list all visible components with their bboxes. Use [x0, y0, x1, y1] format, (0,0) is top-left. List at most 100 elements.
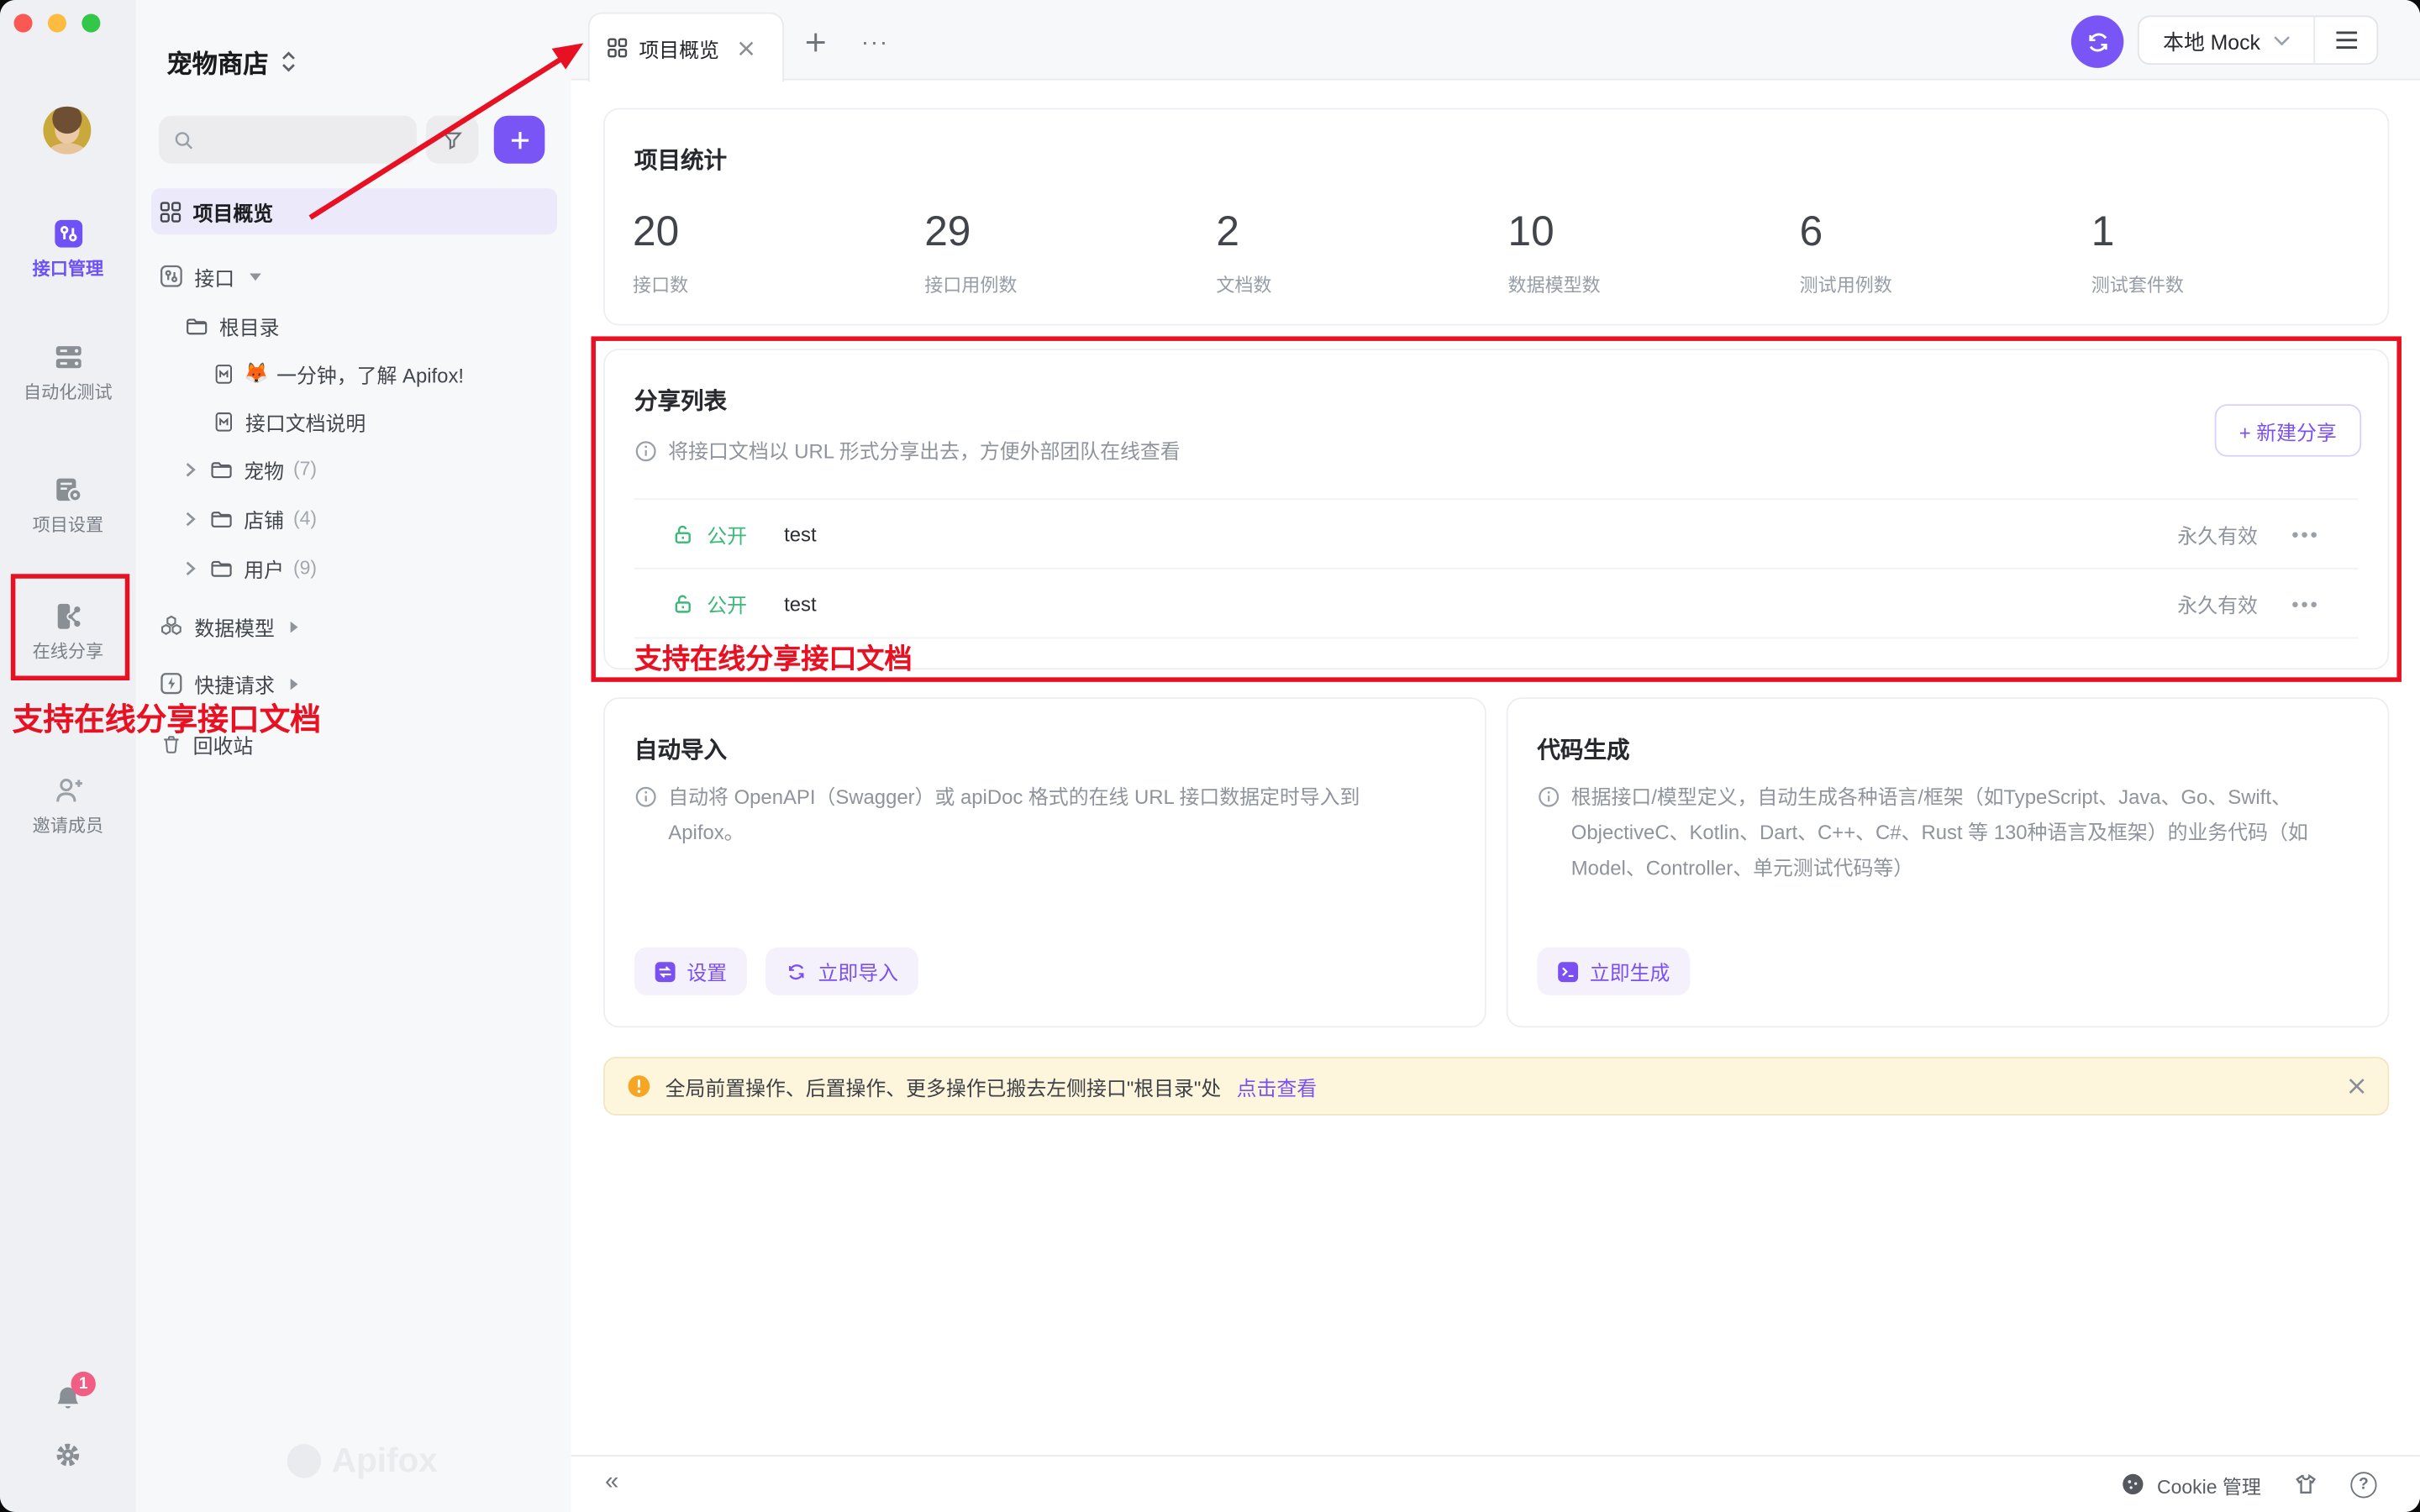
- stat-test-suite-count: 1 测试套件数: [2091, 208, 2383, 298]
- maximize-window-button[interactable]: [82, 14, 100, 33]
- hamburger-icon: [2334, 31, 2358, 50]
- project-stats-card: 项目统计 20 接口数 29 接口用例数 2 文档数 10: [603, 108, 2389, 326]
- tab-bar: 项目概览 ··· 本地 Mock: [571, 0, 2420, 81]
- project-title: 宠物商店: [166, 43, 268, 80]
- import-settings-button[interactable]: 设置: [634, 948, 747, 995]
- settings-sync-icon: [655, 960, 676, 982]
- sync-button[interactable]: [2071, 15, 2123, 67]
- share-row-more-button[interactable]: •••: [2291, 522, 2319, 546]
- filter-button[interactable]: [426, 116, 478, 164]
- share-row-more-button[interactable]: •••: [2291, 591, 2319, 615]
- sidebar-item-data-model[interactable]: 数据模型: [151, 603, 557, 649]
- stat-doc-count: 2 文档数: [1216, 208, 1507, 298]
- gear-icon: [52, 1440, 83, 1471]
- cookie-manager-button[interactable]: Cookie 管理: [2120, 1469, 2261, 1499]
- notice-banner: 全局前置操作、后置操作、更多操作已搬去左侧接口"根目录"处 点击查看: [603, 1057, 2389, 1116]
- codegen-description: 根据接口/模型定义，自动生成各种语言/框架（如TypeScript、Java、G…: [1571, 780, 2352, 886]
- close-window-button[interactable]: [14, 14, 33, 33]
- notice-link[interactable]: 点击查看: [1237, 1072, 1318, 1101]
- codegen-title: 代码生成: [1537, 732, 1629, 765]
- filter-funnel-icon: [441, 129, 463, 150]
- share-list-title: 分享列表: [634, 384, 727, 417]
- sidebar-item-quick-request[interactable]: 快捷请求: [151, 660, 557, 706]
- folder-icon: [210, 458, 234, 481]
- sidebar-doc-intro[interactable]: 🦊 一分钟，了解 Apifox!: [151, 350, 557, 396]
- info-icon: [634, 439, 658, 463]
- stat-api-case-count: 29 接口用例数: [924, 208, 1216, 298]
- footer-bar: « Cookie 管理 ?: [571, 1455, 2420, 1512]
- share-name: test: [784, 591, 817, 615]
- share-visibility: 公开: [707, 589, 747, 618]
- mock-selector-group: 本地 Mock: [2138, 15, 2379, 65]
- chevron-down-icon: [2273, 34, 2290, 45]
- data-model-icon: [159, 614, 183, 638]
- main-area: 项目概览 ··· 本地 Mock: [571, 0, 2420, 1512]
- fox-emoji: 🦊: [244, 361, 269, 386]
- plus-icon: [803, 30, 827, 54]
- refresh-icon: [786, 960, 808, 982]
- terminal-icon: [1557, 960, 1579, 982]
- close-banner-icon[interactable]: [2348, 1077, 2366, 1095]
- folder-icon: [210, 507, 234, 530]
- notice-text: 全局前置操作、后置操作、更多操作已搬去左侧接口"根目录"处: [666, 1072, 1222, 1101]
- sidebar-item-recycle-bin[interactable]: 回收站: [151, 721, 557, 767]
- folder-icon: [185, 314, 208, 338]
- codegen-card: 代码生成 根据接口/模型定义，自动生成各种语言/框架（如TypeScript、J…: [1507, 697, 2390, 1027]
- rail-item-api-management[interactable]: 接口管理: [0, 218, 136, 279]
- info-icon: [634, 785, 658, 809]
- rail-item-automated-testing[interactable]: 自动化测试: [0, 341, 136, 402]
- menu-button[interactable]: [2315, 17, 2376, 63]
- rail-item-online-share[interactable]: 在线分享: [0, 600, 136, 661]
- chevron-right-icon: [184, 460, 198, 477]
- share-validity: 永久有效: [2177, 589, 2258, 618]
- minimize-window-button[interactable]: [48, 14, 66, 33]
- invite-member-icon: [52, 774, 85, 807]
- chevron-right-icon: [184, 510, 198, 527]
- auto-import-card: 自动导入 自动将 OpenAPI（Swagger）或 apiDoc 格式的在线 …: [603, 697, 1486, 1027]
- settings-button[interactable]: [52, 1440, 83, 1471]
- share-list-card: 分享列表 + 新建分享 将接口文档以 URL 形式分享出去，方便外部团队在线查看: [603, 349, 2389, 669]
- new-tab-button[interactable]: [792, 24, 838, 60]
- sidebar-item-project-overview[interactable]: 项目概览: [151, 188, 557, 234]
- rail-item-project-settings[interactable]: 项目设置: [0, 474, 136, 535]
- help-button[interactable]: ?: [2350, 1471, 2376, 1497]
- sidebar-folder-root[interactable]: 根目录: [151, 302, 557, 349]
- mock-selector[interactable]: 本地 Mock: [2139, 17, 2314, 63]
- sidebar-item-api-section[interactable]: 接口: [151, 253, 557, 299]
- caret-right-icon: [288, 619, 299, 633]
- unlock-icon: [671, 522, 695, 546]
- quick-request-icon: [159, 671, 183, 696]
- new-share-button[interactable]: + 新建分享: [2214, 404, 2361, 456]
- collapse-sidebar-button[interactable]: «: [605, 1469, 618, 1497]
- import-now-button[interactable]: 立即导入: [765, 948, 918, 995]
- rail-item-invite-members[interactable]: 邀请成员: [0, 774, 136, 836]
- markdown-doc-icon: [213, 362, 234, 386]
- chevron-right-icon: [184, 559, 198, 576]
- plus-icon: [508, 129, 530, 150]
- sidebar-folder-pets[interactable]: 宠物 (7): [151, 446, 557, 492]
- app-window: 接口管理 自动化测试 项目设置: [0, 0, 2420, 1512]
- project-switcher[interactable]: 宠物商店: [166, 43, 296, 80]
- share-row[interactable]: 公开 test 永久有效 •••: [634, 570, 2359, 639]
- share-visibility: 公开: [707, 519, 747, 549]
- folder-icon: [210, 556, 234, 580]
- chevron-down-icon: [249, 270, 263, 281]
- generate-now-button[interactable]: 立即生成: [1537, 948, 1690, 995]
- stat-api-count: 20 接口数: [633, 208, 924, 298]
- tshirt-icon[interactable]: [2293, 1472, 2317, 1496]
- tab-overflow-button[interactable]: ···: [852, 24, 898, 60]
- sidebar-doc-readme[interactable]: 接口文档说明: [151, 398, 557, 444]
- caret-right-icon: [288, 676, 299, 690]
- avatar[interactable]: [43, 107, 91, 155]
- close-tab-icon[interactable]: [738, 39, 755, 56]
- tab-project-overview[interactable]: 项目概览: [588, 13, 784, 82]
- sidebar-folder-store[interactable]: 店铺 (4): [151, 496, 557, 542]
- sidebar-folder-users[interactable]: 用户 (9): [151, 544, 557, 591]
- markdown-doc-icon: [213, 410, 234, 433]
- content-area: 项目统计 20 接口数 29 接口用例数 2 文档数 10: [571, 81, 2420, 1456]
- search-input[interactable]: [159, 116, 417, 164]
- auto-import-description: 自动将 OpenAPI（Swagger）或 apiDoc 格式的在线 URL 接…: [668, 780, 1424, 850]
- add-new-button[interactable]: [494, 116, 545, 164]
- share-row[interactable]: 公开 test 永久有效 •••: [634, 500, 2359, 570]
- sidebar: 宠物商店 项目概览: [136, 0, 573, 1512]
